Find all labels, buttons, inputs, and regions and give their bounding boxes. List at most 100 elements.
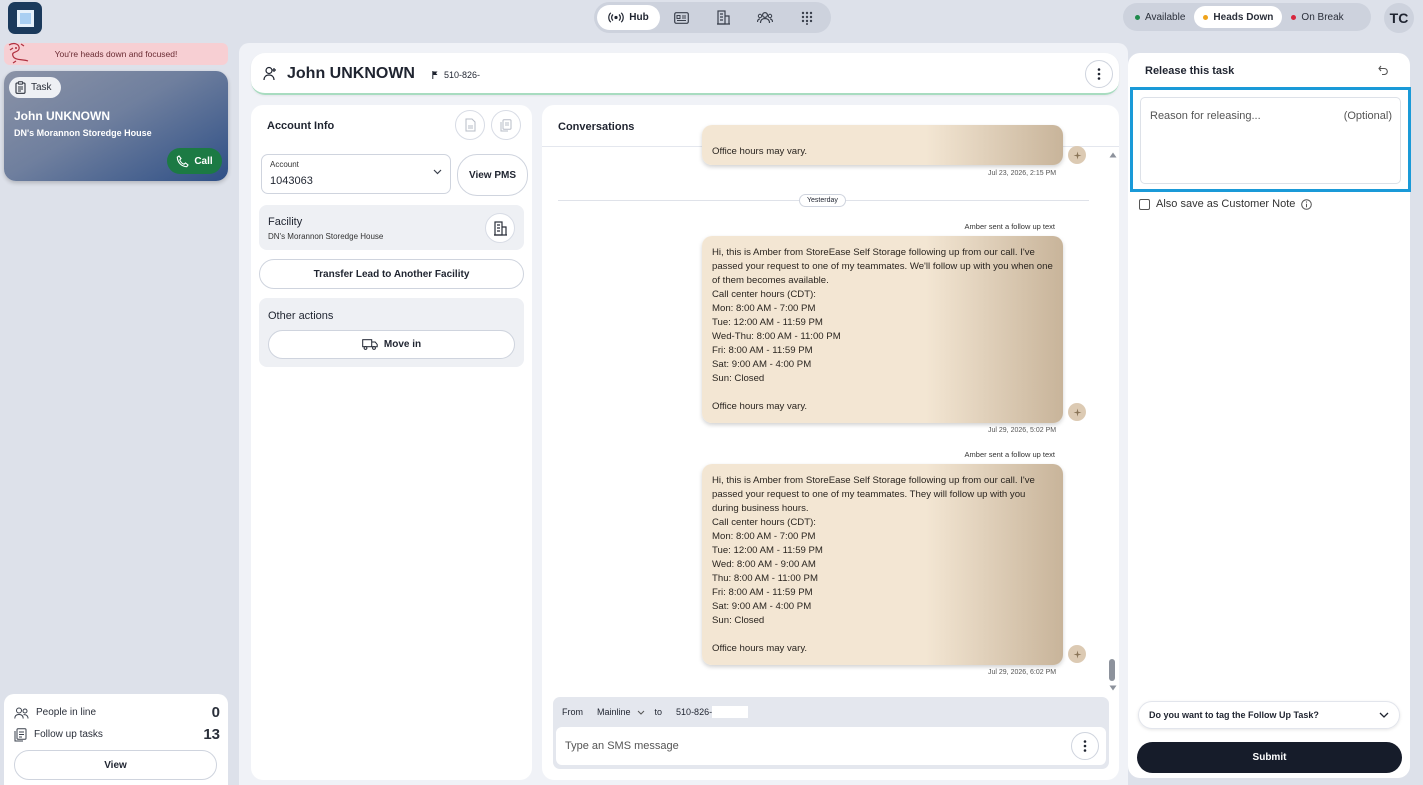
call-button[interactable]: Call xyxy=(167,148,222,174)
building-icon xyxy=(716,10,730,25)
sms-input-placeholder: Type an SMS message xyxy=(565,740,679,752)
facility-card: Facility DN's Morannon Storedge House xyxy=(259,205,524,250)
info-icon[interactable] xyxy=(1301,198,1313,210)
scroll-up-arrow-icon[interactable] xyxy=(1109,152,1117,158)
conversation-scrollbar[interactable] xyxy=(1109,659,1115,681)
nav-contacts-tab[interactable] xyxy=(660,5,702,30)
broadcast-icon xyxy=(608,12,624,23)
team-icon xyxy=(757,11,773,24)
customer-name: John UNKNOWN xyxy=(287,65,415,82)
save-customer-note-row: Also save as Customer Note xyxy=(1139,198,1313,210)
status-heads-down[interactable]: Heads Down xyxy=(1194,6,1283,28)
task-chip-label: Task xyxy=(31,82,52,93)
scroll-down-arrow-icon[interactable] xyxy=(1109,685,1117,691)
composer-more-button[interactable] xyxy=(1071,732,1099,760)
redacted-block xyxy=(712,706,749,718)
account-select-value: 1043063 xyxy=(270,175,313,187)
account-info-title: Account Info xyxy=(267,120,335,132)
message-text: Hi, this is Amber from StoreEase Self St… xyxy=(712,475,1035,654)
id-card-icon xyxy=(673,11,689,24)
message-sender: Amber sent a follow up text xyxy=(964,222,1055,231)
nav-facilities-tab[interactable] xyxy=(702,5,744,30)
people-in-line-label: People in line xyxy=(36,707,97,718)
focus-banner: You're heads down and focused! xyxy=(4,43,228,65)
header-more-button[interactable] xyxy=(1085,60,1113,88)
ai-sparkle-button[interactable] xyxy=(1068,146,1086,164)
main-nav: Hub xyxy=(594,2,831,33)
view-pms-button[interactable]: View PMS xyxy=(457,154,528,196)
agent-status-switcher: Available Heads Down On Break xyxy=(1123,3,1371,31)
message-sender: Amber sent a follow up text xyxy=(964,450,1055,459)
tag-follow-up-label: Do you want to tag the Follow Up Task? xyxy=(1149,710,1319,720)
other-actions-label: Other actions xyxy=(268,310,334,322)
document-button[interactable] xyxy=(455,110,485,140)
message-bubble: Hi, this is Amber from StoreEase Self St… xyxy=(702,236,1063,423)
save-customer-note-label: Also save as Customer Note xyxy=(1156,198,1296,210)
tag-follow-up-select[interactable]: Do you want to tag the Follow Up Task? xyxy=(1138,701,1400,729)
customer-header: John UNKNOWN 510-826- xyxy=(251,53,1119,95)
copy-icon xyxy=(500,118,512,131)
optional-label: (Optional) xyxy=(1343,110,1392,122)
status-available[interactable]: Available xyxy=(1126,6,1194,28)
customer-phone-number: 510-826- xyxy=(444,70,481,80)
follow-up-tasks-label: Follow up tasks xyxy=(34,729,103,740)
from-label: From xyxy=(562,707,583,717)
ai-sparkle-button[interactable] xyxy=(1068,403,1086,421)
call-button-label: Call xyxy=(194,155,213,167)
release-reason-input[interactable]: Reason for releasing... (Optional) xyxy=(1140,97,1401,184)
composer-route: From Mainline to 510-826- xyxy=(562,706,749,718)
status-available-label: Available xyxy=(1145,11,1186,23)
ai-sparkle-button[interactable] xyxy=(1068,645,1086,663)
sms-message-input[interactable]: Type an SMS message xyxy=(556,727,1106,765)
move-in-button[interactable]: Move in xyxy=(268,330,515,359)
save-customer-note-checkbox[interactable] xyxy=(1139,198,1150,210)
nav-team-tab[interactable] xyxy=(744,5,786,30)
app-logo[interactable] xyxy=(8,2,42,34)
conversations-panel: Conversations Office hours may vary. Jul… xyxy=(542,105,1119,780)
chevron-down-icon[interactable] xyxy=(637,710,645,715)
active-task-card[interactable]: Task John UNKNOWN DN's Morannon Storedge… xyxy=(4,71,228,181)
view-queue-button[interactable]: View xyxy=(14,750,217,780)
account-select[interactable]: Account 1043063 xyxy=(261,154,451,194)
status-on-break[interactable]: On Break xyxy=(1282,6,1352,28)
status-dot-icon xyxy=(1135,14,1140,20)
submit-button[interactable]: Submit xyxy=(1137,742,1402,773)
customer-phone: 510-826- xyxy=(432,69,523,81)
undo-icon[interactable] xyxy=(1378,65,1389,75)
follow-up-tasks-row: Follow up tasks 13 xyxy=(14,726,220,743)
message-timestamp: Jul 29, 2026, 5:02 PM xyxy=(988,427,1057,434)
chevron-down-icon xyxy=(433,169,442,175)
top-bar: Hub Available Heads Down On Break TC xyxy=(0,0,1423,36)
message-timestamp: Jul 23, 2026, 2:15 PM xyxy=(988,170,1057,177)
follow-up-tasks-count: 13 xyxy=(203,726,220,743)
phone-icon xyxy=(177,154,190,167)
add-person-icon xyxy=(263,66,276,81)
message-text: Office hours may vary. xyxy=(712,146,808,157)
release-reason-placeholder: Reason for releasing... xyxy=(1150,110,1261,122)
task-facility: DN's Morannon Storedge House xyxy=(14,128,152,138)
copy-button[interactable] xyxy=(491,110,521,140)
transfer-lead-button[interactable]: Transfer Lead to Another Facility xyxy=(259,259,524,289)
people-icon xyxy=(14,707,29,719)
page-scrollbar[interactable] xyxy=(1414,53,1423,785)
sparkle-icon xyxy=(1073,151,1081,159)
account-select-label: Account xyxy=(270,160,299,169)
facility-details-button[interactable] xyxy=(485,213,515,243)
facility-value: DN's Morannon Storedge House xyxy=(268,232,384,241)
message-bubble: Hi, this is Amber from StoreEase Self St… xyxy=(702,464,1063,665)
clipboard-icon xyxy=(15,81,26,94)
nav-hub-tab[interactable]: Hub xyxy=(597,5,660,30)
conversations-title: Conversations xyxy=(558,121,635,133)
nav-dialpad-tab[interactable] xyxy=(786,5,828,30)
flag-icon xyxy=(432,71,438,79)
nav-hub-label: Hub xyxy=(629,12,649,23)
document-icon xyxy=(465,118,475,132)
status-dot-icon xyxy=(1291,14,1297,20)
building-icon xyxy=(493,220,507,236)
user-avatar[interactable]: TC xyxy=(1384,3,1414,33)
redacted-block xyxy=(486,69,523,81)
people-in-line-count: 0 xyxy=(211,704,220,721)
from-line-select[interactable]: Mainline xyxy=(597,707,631,717)
to-number: 510-826- xyxy=(676,707,713,717)
date-divider: Yesterday xyxy=(799,194,846,207)
